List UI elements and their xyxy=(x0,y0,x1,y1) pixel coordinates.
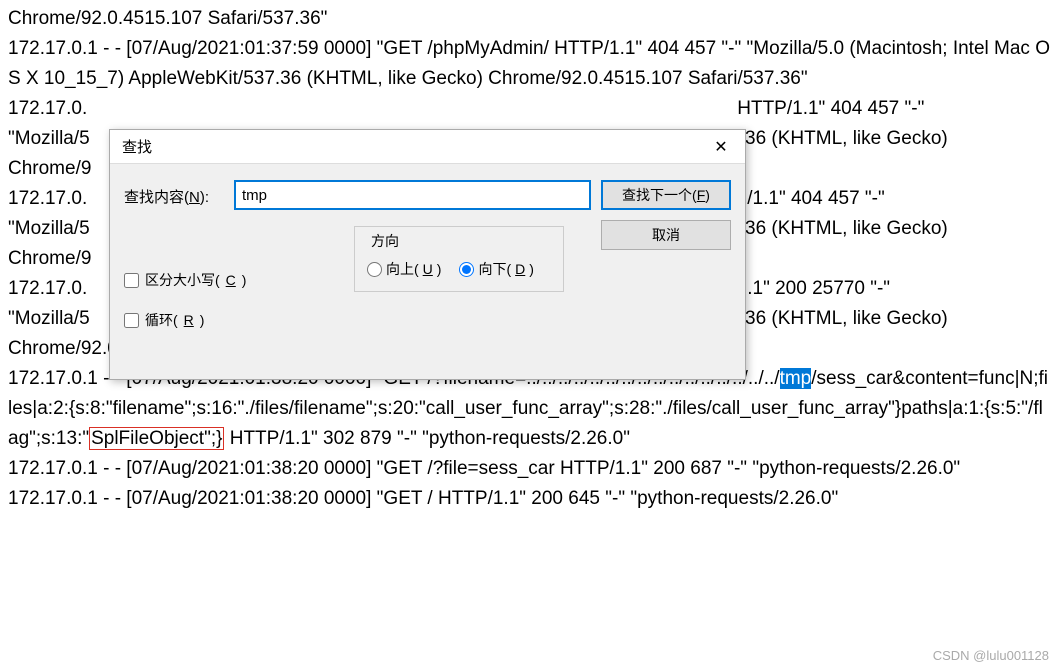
log-line-part: .36 (KHTML, like Gecko) xyxy=(740,308,948,329)
log-line-part: HTTP/1.1" 302 879 "-" "python-requests/2… xyxy=(224,428,630,449)
direction-legend: 方向 xyxy=(367,231,551,251)
checkbox-wrap[interactable] xyxy=(124,313,139,328)
find-content-label: 查找内容(N): xyxy=(124,180,224,207)
log-line-part: .36 (KHTML, like Gecko) xyxy=(740,218,948,239)
cancel-button[interactable]: 取消 xyxy=(601,220,731,250)
log-line-part: .36 (KHTML, like Gecko) xyxy=(740,128,948,149)
find-next-button[interactable]: 查找下一个(F) xyxy=(601,180,731,210)
find-input[interactable] xyxy=(234,180,591,210)
checkbox-match-case[interactable] xyxy=(124,273,139,288)
log-line: Chrome/92.0.4515.107 Safari/537.36" xyxy=(8,8,327,29)
log-line: 172.17.0.1 - - [07/Aug/2021:01:38:20 000… xyxy=(8,488,838,509)
log-line-part: /1.1" 404 457 "-" xyxy=(747,188,885,209)
log-line-part: 172.17.0. xyxy=(8,278,87,299)
match-case-checkbox[interactable]: 区分大小写(C) xyxy=(124,270,591,290)
log-line-part: Chrome/9 xyxy=(8,248,91,269)
log-line-part: "Mozilla/5 xyxy=(8,128,90,149)
dialog-title: 查找 xyxy=(122,136,152,157)
annotated-text: SplFileObject";} xyxy=(89,427,224,450)
dialog-titlebar[interactable]: 查找 ✕ xyxy=(110,130,745,164)
log-line-part: .1" 200 25770 "-" xyxy=(747,278,890,299)
log-line-part: "Mozilla/5 xyxy=(8,218,90,239)
search-highlight: tmp xyxy=(780,368,812,389)
log-line-part: 172.17.0. xyxy=(8,98,87,119)
log-line-part: Chrome/9 xyxy=(8,158,91,179)
log-line-part: 172.17.0. xyxy=(8,188,87,209)
close-button[interactable]: ✕ xyxy=(699,131,743,163)
wrap-checkbox[interactable]: 循环(R) xyxy=(124,310,591,330)
find-dialog: 查找 ✕ 查找内容(N): 查找下一个(F) 方向 向上(U) 向下(D) 取消… xyxy=(109,129,746,380)
log-line-part: HTTP/1.1" 404 457 "-" xyxy=(737,98,924,119)
log-line: 172.17.0.1 - - [07/Aug/2021:01:37:59 000… xyxy=(8,38,1050,89)
watermark: CSDN @lulu001128 xyxy=(933,648,1049,663)
log-line: 172.17.0.1 - - [07/Aug/2021:01:38:20 000… xyxy=(8,458,960,479)
close-icon: ✕ xyxy=(714,137,727,157)
log-line-part: "Mozilla/5 xyxy=(8,308,90,329)
